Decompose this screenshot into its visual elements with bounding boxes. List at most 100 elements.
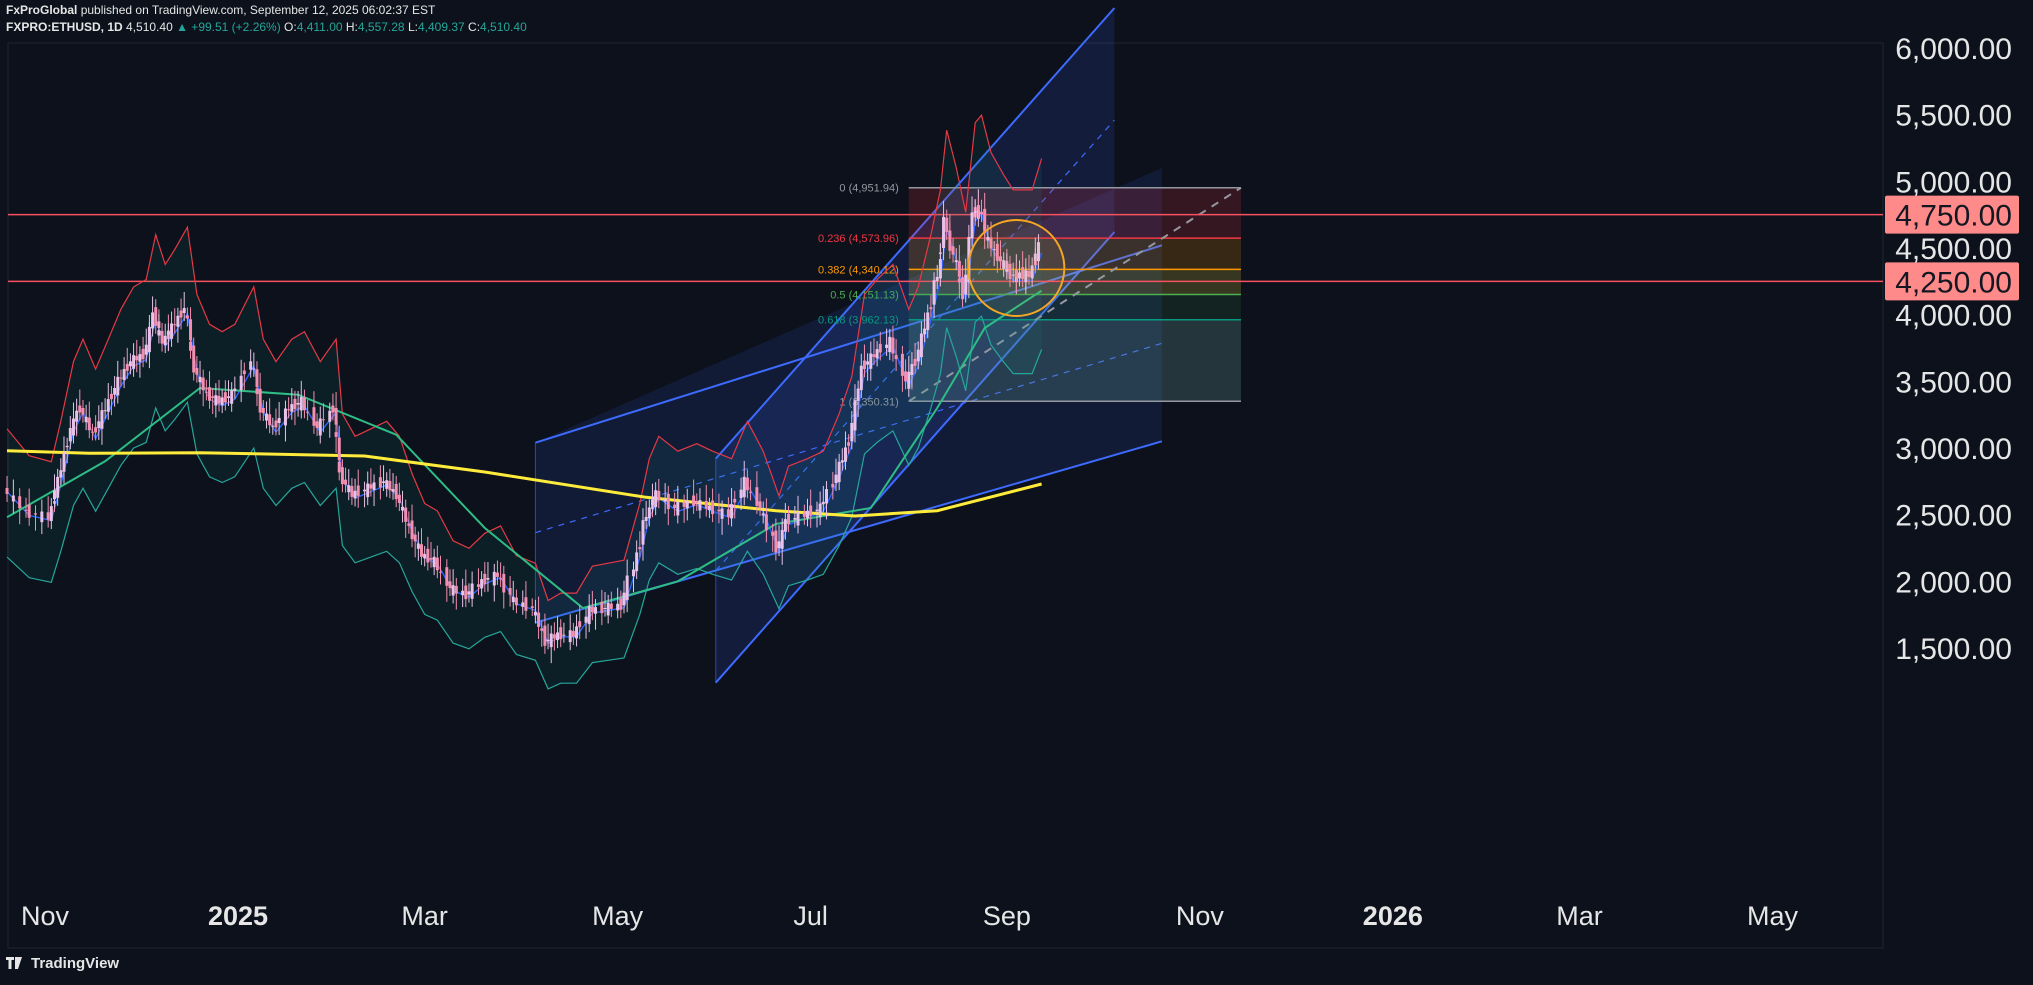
candle-body: [264, 413, 268, 421]
candle-body: [198, 376, 202, 383]
candle-body: [46, 512, 50, 520]
candle-body: [208, 387, 212, 401]
time-axis-tick: Mar: [1556, 901, 1603, 931]
candle-body: [192, 345, 196, 373]
candle-body: [394, 483, 398, 500]
candle-body: [435, 557, 439, 571]
candle-body: [682, 502, 686, 507]
candle-body: [546, 639, 550, 642]
candle-body: [793, 518, 797, 520]
candle-body: [185, 315, 189, 319]
candle-body: [571, 630, 575, 637]
candle-body: [625, 575, 629, 601]
price-axis-tick: 2,500.00: [1895, 500, 2012, 533]
candle-body: [900, 353, 904, 376]
candle-body: [739, 489, 743, 498]
candle-body: [78, 405, 82, 413]
candle-body: [663, 499, 667, 502]
candle-body: [609, 603, 613, 609]
candle-body: [783, 519, 787, 532]
candle-body: [926, 312, 930, 331]
bollinger-fill: [7, 115, 1042, 689]
candle-body: [495, 572, 499, 577]
candle-body: [856, 388, 860, 401]
candle-body: [590, 606, 594, 613]
candle-body: [654, 490, 658, 508]
fib-level-label: 0 (4,951.94): [839, 183, 898, 195]
candle-body: [869, 353, 873, 369]
candle-body: [344, 479, 348, 485]
candle-body: [173, 324, 177, 326]
candle-body: [698, 500, 702, 511]
candle-body: [818, 503, 822, 518]
price-axis-tick: 4,500.00: [1895, 233, 2012, 266]
candle-body: [109, 393, 113, 400]
candle-body: [973, 211, 977, 213]
candle-body: [312, 407, 316, 426]
candle-body: [438, 571, 442, 573]
time-axis-tick: 2026: [1363, 901, 1423, 931]
candle-body: [641, 520, 645, 543]
candle-body: [423, 554, 427, 559]
candle-body: [182, 308, 186, 313]
candle-body: [913, 358, 917, 366]
candle-body: [233, 388, 237, 391]
candle-body: [201, 377, 205, 391]
price-axis-tick: 5,000.00: [1895, 166, 2012, 199]
candle-body: [771, 531, 775, 536]
candle-body: [619, 598, 623, 610]
candle-body: [268, 414, 272, 426]
candle-body: [242, 370, 246, 375]
candle-body: [315, 421, 319, 428]
tradingview-logo-icon: [6, 957, 22, 969]
candle-body: [711, 500, 715, 515]
candle-body: [302, 397, 306, 411]
candle-body: [179, 310, 183, 318]
candle-body: [840, 460, 844, 463]
candle-body: [976, 205, 980, 211]
candle-body: [287, 409, 291, 411]
candle-body: [562, 634, 566, 636]
candle-body: [945, 217, 949, 232]
candle-body: [508, 588, 512, 595]
candle-body: [809, 505, 813, 516]
candle-body: [258, 388, 262, 413]
candle-body: [568, 630, 572, 643]
candle-body: [274, 420, 278, 428]
candle-body: [476, 584, 480, 587]
candle-body: [334, 432, 338, 437]
candle-body: [372, 482, 376, 491]
candle-body: [160, 330, 164, 344]
price-chart[interactable]: 0 (4,951.94)0.236 (4,573.96)0.382 (4,340…: [0, 0, 2033, 985]
candle-body: [103, 410, 107, 412]
candle-body: [151, 312, 155, 329]
candle-body: [843, 447, 847, 462]
candle-body: [486, 578, 490, 580]
candle-body: [388, 480, 392, 491]
candle-body: [584, 616, 588, 623]
candle-body: [18, 496, 22, 509]
indicator-layer: [6, 113, 1043, 690]
candle-body: [223, 392, 227, 403]
candle-body: [533, 611, 537, 616]
candle-body: [119, 377, 123, 379]
candle-body: [318, 418, 322, 436]
candle-body: [704, 500, 708, 509]
candle-body: [575, 626, 579, 639]
candle-body: [556, 632, 560, 641]
candle-body: [954, 260, 958, 263]
candle-body: [600, 601, 604, 614]
candle-body: [894, 355, 898, 360]
candle-body: [214, 395, 218, 406]
candle-body: [211, 396, 215, 398]
candle-body: [961, 277, 965, 300]
candle-body: [84, 416, 88, 423]
candle-body: [644, 516, 648, 521]
candle-body: [499, 578, 503, 580]
candle-body: [904, 371, 908, 382]
tradingview-footer[interactable]: TradingView: [6, 955, 119, 972]
candle-body: [774, 530, 778, 553]
candle-body: [726, 509, 730, 517]
candle-body: [34, 513, 38, 515]
candle-body: [283, 408, 287, 426]
